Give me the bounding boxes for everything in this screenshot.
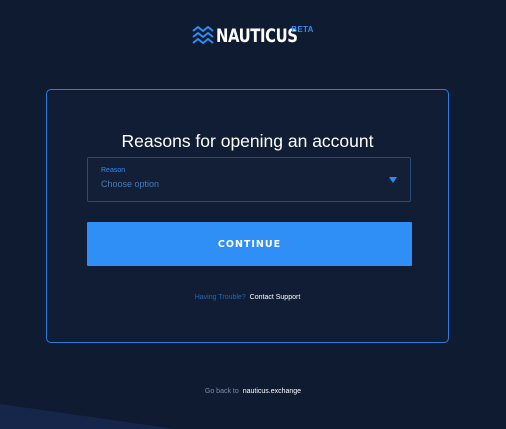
caret-down-icon (389, 177, 397, 183)
continue-button[interactable]: CONTINUE (87, 222, 412, 266)
account-reason-card: Reasons for opening an account Reason Ch… (46, 89, 449, 343)
help-line: Having Trouble? Contact Support (47, 294, 448, 301)
brand-name: NAUTICUS (216, 25, 298, 47)
reason-select-label: Reason (101, 167, 126, 174)
page-title: Reasons for opening an account (121, 131, 374, 151)
waves-logo-icon (192, 26, 214, 45)
beta-badge: BETA (291, 24, 314, 34)
help-prompt: Having Trouble? (194, 294, 246, 301)
brand-logo: NAUTICUS BETA (0, 24, 506, 48)
reason-select-value: Choose option (101, 179, 160, 189)
contact-support-link[interactable]: Contact Support (250, 294, 301, 301)
reason-select[interactable]: Reason Choose option (87, 157, 411, 202)
exchange-home-link[interactable]: nauticus.exchange (243, 388, 301, 395)
footer-back-line: Go back to nauticus.exchange (0, 388, 506, 395)
footer-text: Go back to (204, 388, 239, 395)
